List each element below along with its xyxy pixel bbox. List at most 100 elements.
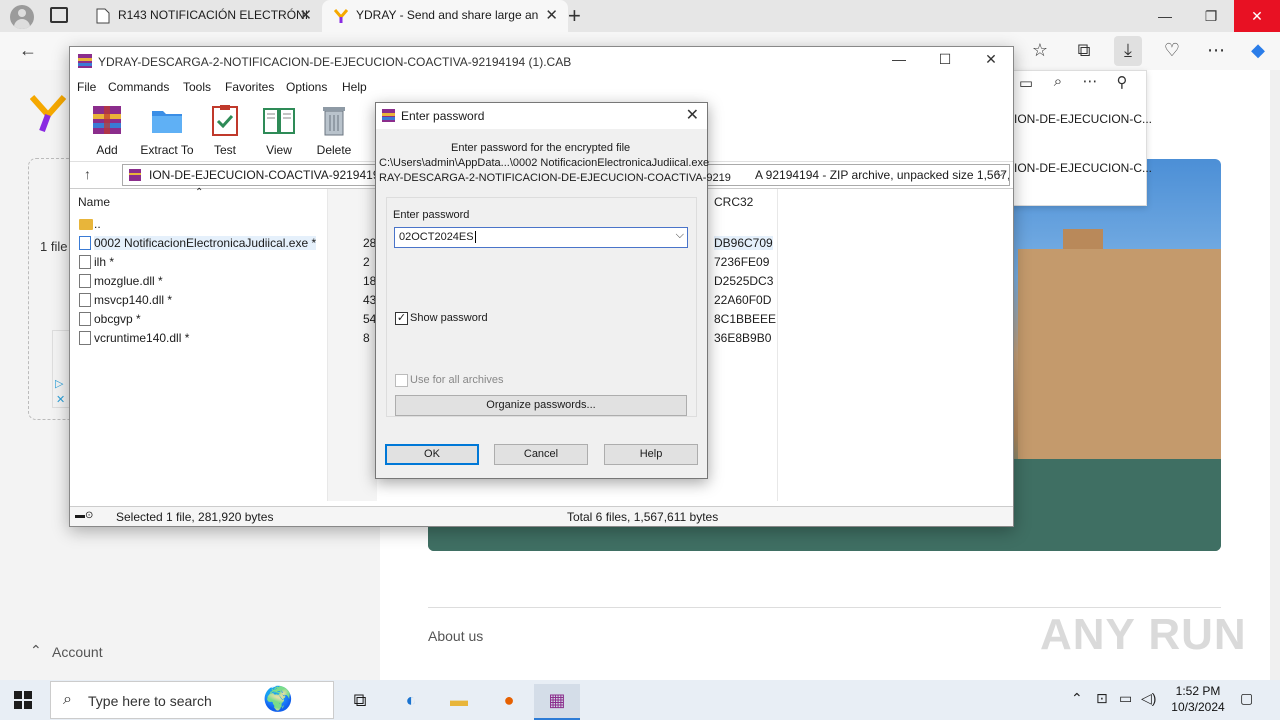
tab-ydray[interactable]: YDRAY - Send and share large an ✕ [322,0,568,32]
search-icon[interactable]: ⌕ [1046,73,1070,90]
winrar-minimize-button[interactable]: — [876,51,922,73]
winrar-titlebar[interactable]: YDRAY-DESCARGA-2-NOTIFICACION-DE-EJECUCI… [70,47,1013,77]
task-view-icon[interactable]: ⧉ [337,684,383,720]
chevron-down-icon[interactable]: ⌵ [997,167,1005,180]
menu-file[interactable]: File [77,80,96,94]
dll-file-icon [79,274,91,288]
more-icon[interactable]: ⋯ [1078,72,1102,90]
tab-close-button[interactable]: ✕ [545,6,558,24]
book-icon [263,108,295,134]
folder-extract-icon [152,111,182,133]
new-tab-button[interactable]: + [568,3,581,29]
archive-icon [129,169,141,181]
edge-icon[interactable]: ◐ [388,684,434,720]
password-label: Enter password [393,209,470,221]
use-for-all-label: Use for all archives [410,374,504,386]
sort-arrow-icon: ⌃ [195,187,204,198]
column-crc32[interactable]: CRC32 [714,195,753,209]
tab-close-button[interactable]: ✕ [299,6,312,24]
winrar-close-button[interactable]: ✕ [968,51,1014,73]
menu-options[interactable]: Options [286,80,327,94]
file-explorer-icon[interactable]: ▬ [436,684,482,720]
view-button[interactable]: View [249,103,309,157]
tray-overflow-icon[interactable]: ⌃ [1071,690,1083,707]
collections-icon[interactable]: ⧉ [1072,40,1096,61]
winrar-title: YDRAY-DESCARGA-2-NOTIFICACION-DE-EJECUCI… [98,55,572,69]
file-icon [79,312,91,326]
winrar-icon [78,54,92,68]
password-input[interactable]: 02OCT2024ES ⌵ [394,227,688,248]
dialog-archive-name: RAY-DESCARGA-2-NOTIFICACION-DE-EJECUCION… [379,172,731,184]
test-button[interactable]: Test [195,103,255,157]
taskbar-search[interactable]: ⌕ Type here to search 🌍 [50,681,334,719]
add-button[interactable]: Add [77,103,137,157]
volume-icon[interactable]: ◁) [1141,690,1156,707]
dll-file-icon [79,293,91,307]
password-dialog: Enter password ✕ Enter password for the … [375,102,731,479]
search-highlight-icon: 🌍 [263,686,293,713]
organize-passwords-button[interactable]: Organize passwords... [395,395,687,416]
menu-commands[interactable]: Commands [108,80,169,94]
browser-restore-button[interactable]: ❐ [1188,0,1234,32]
clock[interactable]: 1:52 PM 10/3/2024 [1168,683,1228,715]
favorites-icon[interactable]: ☆ [1028,40,1052,61]
tab-actions-icon[interactable] [50,7,68,23]
ad-choices[interactable]: ▷ ✕ [52,330,70,408]
copilot-icon[interactable]: ◆ [1246,40,1270,61]
cancel-button[interactable]: Cancel [494,444,588,465]
back-icon[interactable]: ← [16,40,40,61]
search-placeholder: Type here to search [88,693,212,709]
archive-add-icon [93,106,121,134]
downloads-icon[interactable]: ⤓ [1114,36,1142,66]
drive-icon: ▬⊙ [75,510,94,521]
account-link[interactable]: Account [52,644,103,660]
divider [428,607,1221,608]
document-icon [96,8,110,24]
download-item[interactable]: ION-DE-EJECUCION-C... [1014,112,1152,126]
dialog-close-button[interactable]: ✕ [686,105,699,125]
tab-r143[interactable]: R143 NOTIFICACIÓN ELECTRÓNI ✕ [84,0,322,32]
winrar-taskbar-icon[interactable]: ▦ [534,684,580,720]
extract-to-button[interactable]: Extract To [137,103,197,157]
browser-minimize-button[interactable]: — [1142,0,1188,32]
menu-help[interactable]: Help [342,80,367,94]
search-icon: ⌕ [63,691,72,708]
about-us-link[interactable]: About us [428,628,483,644]
winrar-icon [382,109,395,122]
more-icon[interactable]: ⋯ [1204,40,1228,61]
network-icon[interactable]: ▭ [1119,690,1132,707]
dialog-body: Enter password for the encrypted file C:… [376,129,731,478]
file-icon [79,255,91,269]
use-for-all-checkbox[interactable] [395,374,408,387]
folder-icon[interactable]: ▭ [1014,74,1038,92]
folder-up-icon [79,219,93,230]
help-button[interactable]: Help [604,444,698,465]
winrar-menubar: File Commands Tools Favorites Options He… [70,77,1013,99]
winrar-statusbar: ▬⊙ Selected 1 file, 281,920 bytes Total … [70,506,1013,526]
pin-icon[interactable]: ⚲ [1110,73,1134,91]
meet-now-icon[interactable]: ⊡ [1096,690,1108,707]
page-scrollbar[interactable] [1270,70,1280,680]
show-password-checkbox[interactable]: ✓ [395,312,408,325]
clipboard-check-icon [212,105,238,136]
profile-avatar[interactable] [10,5,34,29]
column-name[interactable]: Name [78,195,110,209]
browser-close-button[interactable]: ✕ [1234,0,1280,32]
up-arrow-icon[interactable]: ↑ [84,166,91,182]
download-item[interactable]: ION-DE-EJECUCION-C... [1014,161,1152,175]
status-total: Total 6 files, 1,567,611 bytes [567,510,719,524]
delete-button[interactable]: Delete [304,103,364,157]
windows-start-icon[interactable] [14,691,32,709]
dialog-file-path: C:\Users\admin\AppData...\0002 Notificac… [379,157,710,169]
performance-icon[interactable]: ♡ [1160,40,1184,61]
winrar-maximize-button[interactable]: ☐ [922,51,968,73]
notifications-icon[interactable]: ▢ [1240,690,1253,707]
menu-favorites[interactable]: Favorites [225,80,274,94]
firefox-icon[interactable]: ● [486,684,532,720]
dialog-titlebar[interactable]: Enter password ✕ [376,103,707,129]
menu-tools[interactable]: Tools [183,80,211,94]
files-count: 1 file [40,239,68,254]
show-password-label: Show password [410,312,488,324]
ok-button[interactable]: OK [385,444,479,465]
chevron-down-icon[interactable]: ⌵ [676,229,684,242]
